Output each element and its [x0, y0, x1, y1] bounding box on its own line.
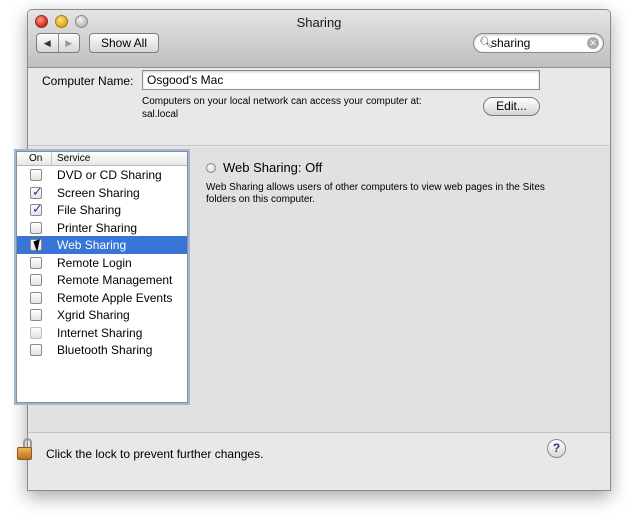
lock-message: Click the lock to prevent further change… — [46, 447, 264, 461]
services-table-header: On Service — [17, 152, 187, 166]
service-name: Xgrid Sharing — [57, 308, 130, 322]
service-checkbox[interactable] — [30, 344, 42, 356]
service-checkbox[interactable] — [30, 309, 42, 321]
service-row[interactable]: Remote Management — [17, 271, 187, 289]
service-checkbox[interactable]: ✓ — [30, 201, 43, 216]
titlebar: Sharing ◀ ▶ Show All 🔍︎ ✕ — [28, 10, 610, 68]
service-checkbox[interactable] — [30, 291, 42, 304]
service-checkbox[interactable]: ✓ — [30, 183, 43, 199]
forward-button[interactable]: ▶ — [57, 34, 80, 52]
service-row[interactable]: Internet Sharing — [17, 324, 187, 342]
checkmark-icon: ✓ — [32, 183, 43, 199]
service-status-title: Web Sharing: Off — [223, 160, 323, 175]
status-indicator-icon — [206, 163, 216, 173]
service-name: Web Sharing — [57, 238, 127, 252]
show-all-button[interactable]: Show All — [89, 33, 159, 53]
service-description: Web Sharing allows users of other comput… — [206, 182, 586, 206]
checkmark-icon: ✓ — [32, 201, 43, 216]
service-name: Screen Sharing — [57, 185, 140, 200]
edit-hostname-button[interactable]: Edit... — [483, 97, 540, 116]
service-name: Remote Login — [57, 255, 132, 270]
window-title: Sharing — [296, 15, 342, 30]
service-row[interactable]: Remote Login — [17, 254, 187, 272]
computer-name-field[interactable]: Osgood's Mac — [142, 70, 540, 90]
service-row[interactable]: Remote Apple Events — [17, 289, 187, 307]
service-row[interactable]: Web Sharing — [17, 236, 187, 254]
column-header-on[interactable]: On — [17, 152, 52, 165]
service-row[interactable]: Xgrid Sharing — [17, 306, 187, 324]
services-table: On Service DVD or CD Sharing ✓ Screen Shar… — [16, 151, 188, 403]
service-name: DVD or CD Sharing — [57, 168, 162, 182]
service-row[interactable]: DVD or CD Sharing — [17, 166, 187, 184]
lock-icon[interactable] — [17, 438, 34, 460]
service-row[interactable]: Printer Sharing — [17, 219, 187, 237]
column-header-service[interactable]: Service — [52, 152, 90, 165]
service-row[interactable]: Bluetooth Sharing — [17, 341, 187, 359]
service-checkbox[interactable] — [30, 169, 42, 181]
service-checkbox[interactable] — [30, 221, 42, 234]
back-forward-segment: ◀ ▶ — [36, 33, 80, 53]
services-list: DVD or CD Sharing ✓ Screen Sharing ✓ File Sh… — [17, 166, 187, 359]
service-name: Internet Sharing — [57, 325, 143, 340]
service-checkbox[interactable] — [30, 256, 42, 269]
lock-body — [17, 447, 32, 460]
footer-bar — [28, 434, 610, 490]
address-description-line: Computers on your local network can acce… — [142, 96, 422, 107]
service-description-line: Web Sharing allows users of other comput… — [206, 182, 545, 193]
service-name: Remote Management — [57, 273, 173, 287]
service-checkbox[interactable] — [30, 274, 42, 286]
service-name: Bluetooth Sharing — [57, 343, 153, 357]
help-button[interactable]: ? — [547, 439, 566, 458]
search-field[interactable]: 🔍︎ ✕ — [473, 33, 604, 53]
computer-name-label: Computer Name: — [42, 74, 134, 88]
computer-address-description: Computers on your local network can acce… — [142, 95, 462, 121]
service-checkbox[interactable] — [30, 326, 42, 339]
service-name: Remote Apple Events — [57, 290, 173, 305]
search-input[interactable] — [491, 36, 583, 50]
local-hostname: sal.local — [142, 109, 179, 120]
service-row[interactable]: ✓ Screen Sharing — [17, 184, 187, 202]
service-row[interactable]: ✓ File Sharing — [17, 201, 187, 219]
service-name: Printer Sharing — [57, 220, 138, 235]
service-name: File Sharing — [57, 203, 122, 217]
service-description-line: folders on this computer. — [206, 194, 315, 205]
back-button[interactable]: ◀ — [37, 34, 58, 52]
clear-search-icon[interactable]: ✕ — [587, 37, 599, 49]
